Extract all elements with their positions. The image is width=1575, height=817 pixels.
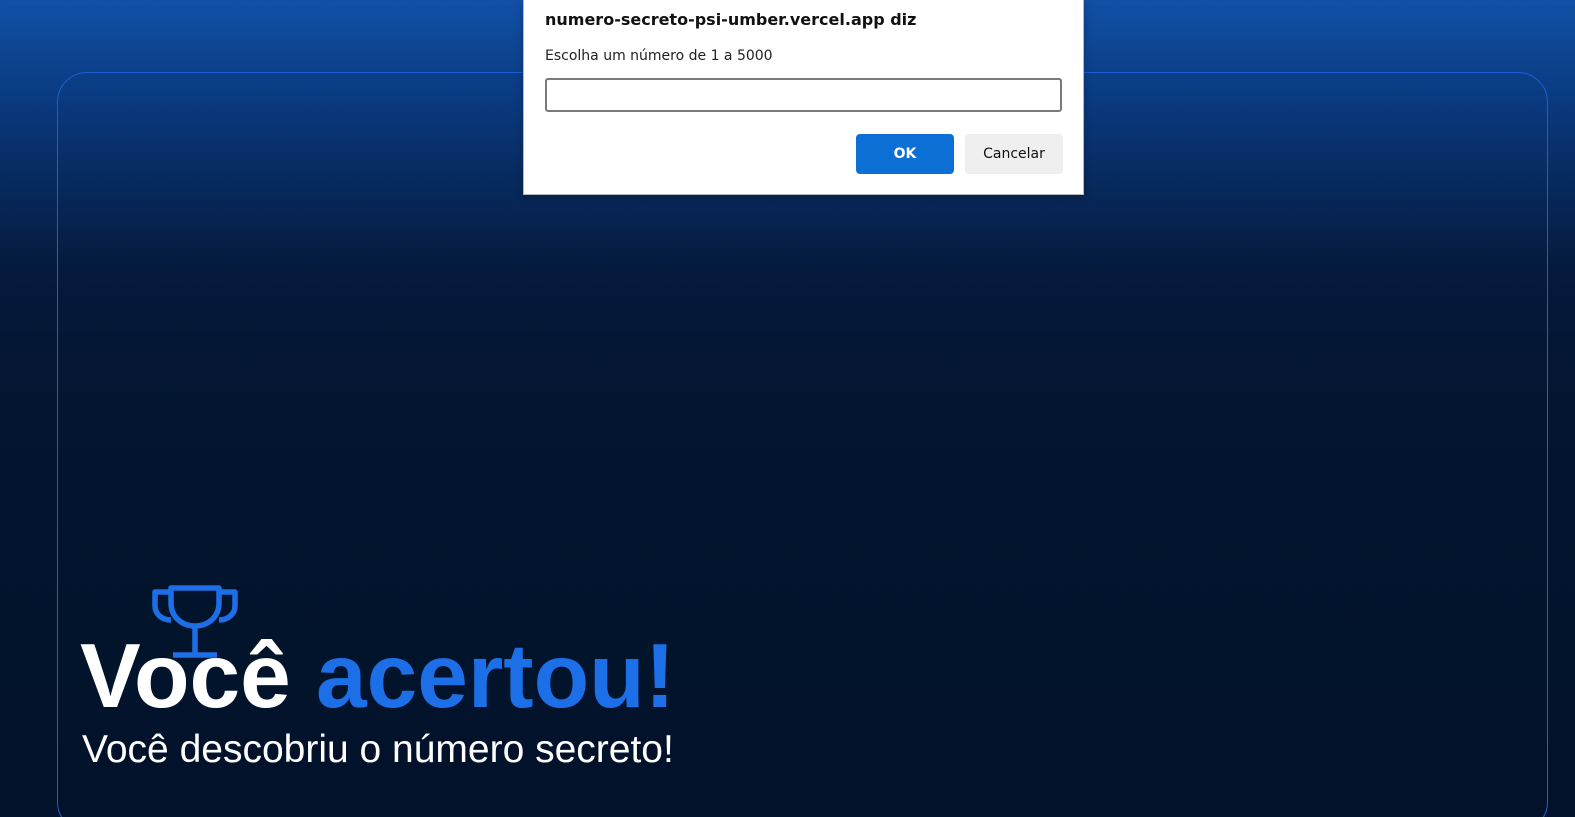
- number-input[interactable]: [545, 78, 1062, 112]
- page-subtitle: Você descobriu o número secreto!: [82, 728, 674, 771]
- prompt-dialog: numero-secreto-psi-umber.vercel.app diz …: [523, 0, 1084, 195]
- dialog-title: numero-secreto-psi-umber.vercel.app diz: [545, 10, 917, 29]
- page-title: Você acertou!: [80, 622, 675, 732]
- headline-text: Você: [80, 626, 317, 727]
- headline-accent: acertou!: [316, 626, 676, 727]
- cancel-button[interactable]: Cancelar: [965, 134, 1063, 174]
- dialog-message: Escolha um número de 1 a 5000: [545, 48, 773, 64]
- ok-button[interactable]: OK: [856, 134, 954, 174]
